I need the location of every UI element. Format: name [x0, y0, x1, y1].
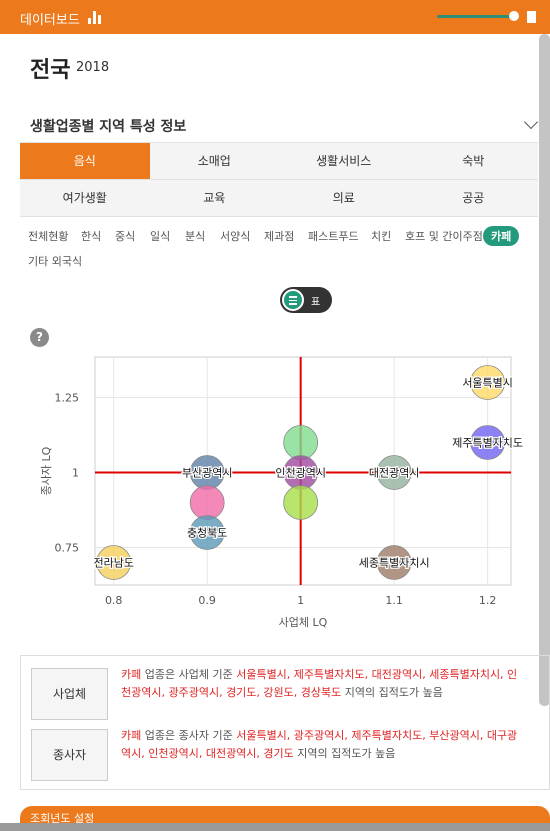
business-button[interactable]: 사업체: [31, 668, 108, 720]
horizontal-scrollbar[interactable]: [0, 823, 550, 831]
data-point-label: 충청북도: [187, 527, 227, 540]
x-tick-label: 1.2: [479, 594, 497, 607]
data-point-label: 대전광역시: [369, 467, 420, 480]
worker-description: 카페 업종은 종사자 기준 서울특별시, 광주광역시, 제주특별자치도, 부산광…: [121, 727, 539, 763]
data-point: [283, 425, 319, 460]
data-point: [283, 485, 319, 520]
business-regions-1: 서울특별시, 제주특별자치도, 대전광역시, 세종특별자치시, 인: [236, 668, 518, 681]
business-description: 카페 업종은 사업체 기준 서울특별시, 제주특별자치도, 대전광역시, 세종특…: [121, 666, 539, 702]
x-tick-label: 1.1: [385, 594, 403, 607]
concentration-info: 사업체 카페 업종은 사업체 기준 서울특별시, 제주특별자치도, 대전광역시,…: [20, 655, 550, 790]
worker-regions-1: 서울특별시, 광주광역시, 제주특별자치도, 부산광역시, 대구광: [236, 729, 518, 742]
y-tick-label: 1: [72, 467, 79, 480]
worker-text-suffix: 지역의 집적도가 높음: [293, 747, 396, 760]
lq-scatter-chart: 0.8 0.9 1 1.1 1.2 0.75 1 1.25 서울특별시제주특별자치도대전광역시세…: [40, 356, 524, 629]
data-point-label: 서울특별시: [462, 377, 513, 390]
data-point-label: 전라남도: [93, 557, 133, 570]
y-axis-label: 종사자 LQ: [40, 446, 53, 495]
x-tick-label: 1: [297, 594, 304, 607]
worker-regions-2: 역시, 인천광역시, 대전광역시, 경기도: [121, 747, 294, 760]
y-tick-label: 1.25: [55, 392, 80, 405]
data-point-label: 부산광역시: [182, 467, 233, 480]
x-tick-label: 0.8: [105, 594, 123, 607]
y-tick-label: 0.75: [55, 542, 80, 555]
x-tick-label: 0.9: [198, 594, 216, 607]
business-industry-name: 카페: [121, 668, 142, 681]
data-point-label: 제주특별자치도: [452, 437, 523, 450]
worker-text-mid: 업종은 종사자 기준: [141, 729, 237, 742]
business-text-suffix: 지역의 집적도가 높음: [341, 686, 443, 699]
worker-button[interactable]: 종사자: [31, 729, 108, 781]
business-regions-2: 천광역시, 광주광역시, 경기도, 강원도, 경상북도: [121, 686, 342, 699]
data-point: [189, 485, 225, 520]
x-axis-label: 사업체 LQ: [279, 616, 328, 629]
data-point-label: 인천광역시: [275, 466, 326, 480]
business-text-mid: 업종은 사업체 기준: [141, 668, 237, 681]
data-point-label: 세종특별자치시: [359, 557, 430, 570]
worker-industry-name: 카페: [121, 729, 142, 742]
